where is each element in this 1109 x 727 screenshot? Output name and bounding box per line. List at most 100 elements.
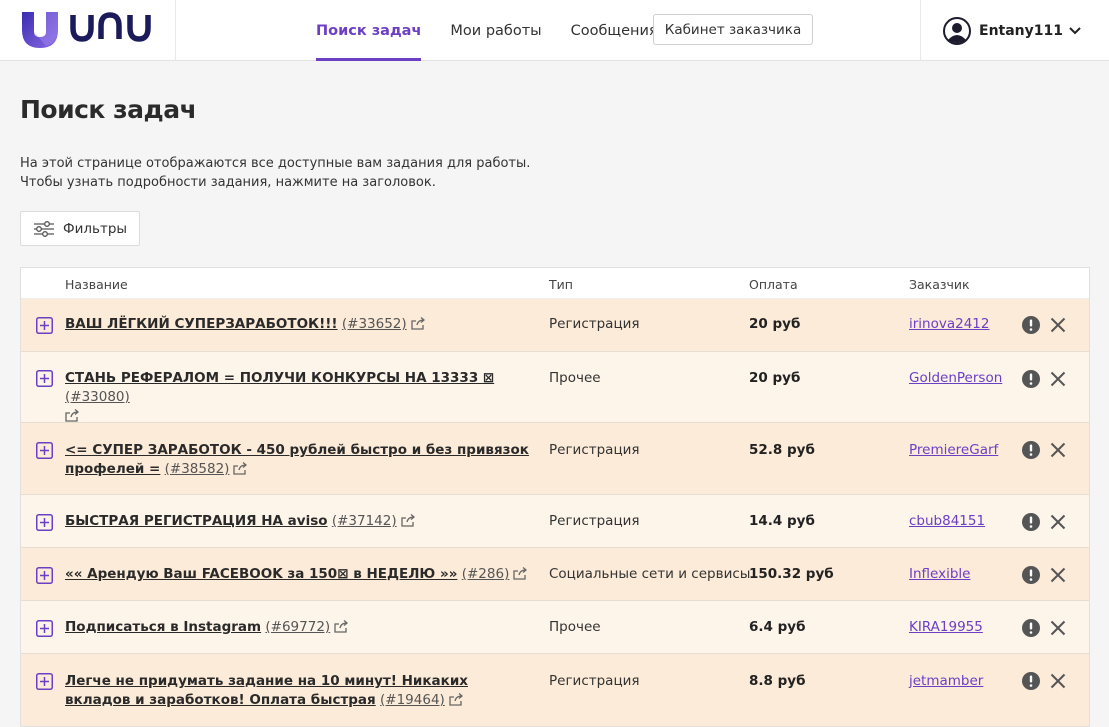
expand-plus-icon[interactable]	[36, 620, 53, 637]
chevron-down-icon	[1069, 26, 1081, 34]
task-title-link[interactable]: Подписаться в Instagram	[65, 619, 261, 635]
share-icon[interactable]	[400, 514, 416, 527]
report-warning-icon[interactable]	[1022, 441, 1040, 459]
report-warning-icon[interactable]	[1022, 619, 1040, 637]
task-title-cell: СТАНЬ РЕФЕРАЛОМ = ПОЛУЧИ КОНКУРСЫ НА 133…	[65, 369, 535, 426]
share-icon[interactable]	[513, 567, 528, 580]
task-pay: 6.4 руб	[749, 619, 806, 635]
table-row: «« Арендую Ваш FACEBOOK за 150⊠ в НЕДЕЛЮ…	[21, 548, 1089, 601]
logo[interactable]	[0, 0, 176, 61]
nav-task-search[interactable]: Поиск задач	[316, 0, 422, 61]
table-row: <= СУПЕР ЗАРАБОТОК - 450 рублей быстро и…	[21, 423, 1089, 495]
customer-link[interactable]: jetmamber	[909, 673, 983, 689]
task-pay: 20 руб	[749, 316, 801, 332]
share-icon[interactable]	[65, 409, 80, 422]
page-title: Поиск задач	[20, 95, 197, 124]
task-title-cell: «« Арендую Ваш FACEBOOK за 150⊠ в НЕДЕЛЮ…	[65, 565, 535, 584]
close-icon[interactable]	[1050, 371, 1066, 387]
user-menu[interactable]: Entany111	[920, 0, 1109, 61]
task-type: Регистрация	[549, 442, 640, 458]
top-header: Поиск задач Мои работы Сообщения Кабинет…	[0, 0, 1109, 61]
task-title-cell: ВАШ ЛЁГКИЙ СУПЕРЗАРАБОТОК!!! (#33652)	[65, 315, 535, 334]
expand-plus-icon[interactable]	[36, 317, 53, 334]
close-icon[interactable]	[1050, 317, 1066, 333]
table-header: Название Тип Оплата Заказчик	[21, 268, 1089, 299]
share-icon[interactable]	[449, 693, 464, 706]
task-title-link[interactable]: «« Арендую Ваш FACEBOOK за 150⊠ в НЕДЕЛЮ…	[65, 566, 457, 582]
task-title-cell: БЫСТРАЯ РЕГИСТРАЦИЯ НА aviso (#37142)	[65, 512, 535, 531]
task-id-link[interactable]: (#33652)	[342, 316, 407, 332]
customer-link[interactable]: PremiereGarf	[909, 442, 998, 458]
tasks-table: Название Тип Оплата Заказчик ВАШ ЛЁГКИЙ …	[20, 267, 1090, 727]
task-id-link[interactable]: (#38582)	[165, 461, 230, 477]
customer-link[interactable]: GoldenPerson	[909, 370, 1002, 386]
close-icon[interactable]	[1050, 442, 1066, 458]
customer-link[interactable]: irinova2412	[909, 316, 990, 332]
task-id-link[interactable]: (#33080)	[65, 389, 130, 405]
task-title-link[interactable]: БЫСТРАЯ РЕГИСТРАЦИЯ НА aviso	[65, 513, 328, 529]
report-warning-icon[interactable]	[1022, 513, 1040, 531]
task-title-cell: <= СУПЕР ЗАРАБОТОК - 450 рублей быстро и…	[65, 441, 535, 479]
close-icon[interactable]	[1050, 567, 1066, 583]
table-row: Легче не придумать задание на 10 минут! …	[21, 654, 1089, 726]
task-type: Регистрация	[549, 316, 640, 332]
nav-my-works[interactable]: Мои работы	[450, 0, 541, 61]
report-warning-icon[interactable]	[1022, 672, 1040, 690]
share-icon[interactable]	[411, 317, 426, 330]
task-type: Прочее	[549, 370, 601, 386]
col-customer: Заказчик	[909, 277, 970, 292]
task-id-link[interactable]: (#69772)	[265, 619, 330, 635]
task-pay: 14.4 руб	[749, 513, 815, 529]
intro-line-2: Чтобы узнать подробности задания, нажмит…	[20, 175, 436, 190]
table-row: ВАШ ЛЁГКИЙ СУПЕРЗАРАБОТОК!!! (#33652) Ре…	[21, 299, 1089, 352]
col-pay: Оплата	[749, 277, 798, 292]
nav-messages[interactable]: Сообщения	[571, 0, 658, 61]
task-title-link[interactable]: ВАШ ЛЁГКИЙ СУПЕРЗАРАБОТОК!!!	[65, 316, 338, 332]
logo-wordmark	[70, 12, 151, 42]
customer-link[interactable]: Inflexible	[909, 566, 970, 582]
customer-link[interactable]: cbub84151	[909, 513, 985, 529]
report-warning-icon[interactable]	[1022, 370, 1040, 388]
table-row: Подписаться в Instagram (#69772) Прочее …	[21, 601, 1089, 654]
task-title-cell: Легче не придумать задание на 10 минут! …	[65, 672, 535, 710]
page-intro: На этой странице отображаются все доступ…	[20, 154, 530, 192]
share-icon[interactable]	[233, 462, 248, 475]
task-type: Регистрация	[549, 673, 640, 689]
close-icon[interactable]	[1050, 620, 1066, 636]
expand-plus-icon[interactable]	[36, 673, 53, 690]
main-nav: Поиск задач Мои работы Сообщения	[316, 0, 687, 61]
close-icon[interactable]	[1050, 514, 1066, 530]
task-title-cell: Подписаться в Instagram (#69772)	[65, 618, 535, 637]
report-warning-icon[interactable]	[1022, 316, 1040, 334]
close-icon[interactable]	[1050, 673, 1066, 689]
task-type: Прочее	[549, 619, 601, 635]
customer-link[interactable]: KIRA19955	[909, 619, 983, 635]
task-id-link[interactable]: (#37142)	[332, 513, 397, 529]
filter-sliders-icon	[34, 220, 54, 237]
task-title-link[interactable]: СТАНЬ РЕФЕРАЛОМ = ПОЛУЧИ КОНКУРСЫ НА 133…	[65, 370, 494, 386]
expand-plus-icon[interactable]	[36, 442, 53, 459]
task-pay: 20 руб	[749, 370, 801, 386]
task-type: Регистрация	[549, 513, 640, 529]
task-type: Социальные сети и сервисы	[549, 566, 751, 582]
task-id-link[interactable]: (#19464)	[380, 692, 445, 708]
task-pay: 150.32 руб	[749, 566, 834, 582]
task-id-link[interactable]: (#286)	[462, 566, 510, 582]
task-pay: 52.8 руб	[749, 442, 815, 458]
expand-plus-icon[interactable]	[36, 514, 53, 531]
share-icon[interactable]	[334, 620, 349, 633]
customer-cabinet-button[interactable]: Кабинет заказчика	[653, 14, 813, 45]
filters-label: Фильтры	[63, 220, 128, 237]
col-type: Тип	[549, 277, 573, 292]
expand-plus-icon[interactable]	[36, 370, 53, 387]
intro-line-1: На этой странице отображаются все доступ…	[20, 156, 531, 171]
expand-plus-icon[interactable]	[36, 567, 53, 584]
user-name: Entany111	[979, 22, 1063, 39]
logo-mark-icon	[22, 12, 58, 48]
task-pay: 8.8 руб	[749, 673, 806, 689]
filters-button[interactable]: Фильтры	[20, 211, 140, 246]
avatar-icon	[943, 16, 971, 45]
task-title-link[interactable]: <= СУПЕР ЗАРАБОТОК - 450 рублей быстро и…	[65, 442, 529, 477]
table-row: БЫСТРАЯ РЕГИСТРАЦИЯ НА aviso (#37142) Ре…	[21, 495, 1089, 548]
report-warning-icon[interactable]	[1022, 566, 1040, 584]
